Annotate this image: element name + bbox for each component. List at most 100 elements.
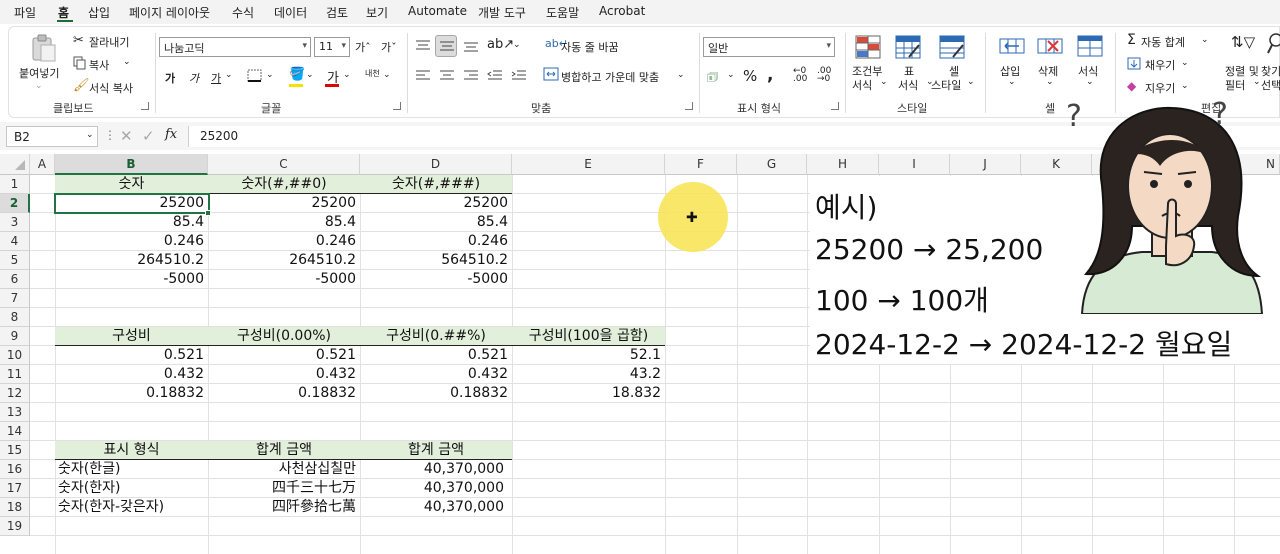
sort-filter-icon[interactable]: ⇅▽ [1231, 33, 1255, 51]
wrap-text-button[interactable]: 자동 줄 바꿈 [561, 39, 619, 55]
underline-button[interactable]: 가 [211, 70, 221, 86]
phonetic-button[interactable]: 내천 [365, 68, 380, 79]
merge-center-icon[interactable] [543, 67, 559, 81]
table3-cell[interactable]: 숫자(한글) [55, 460, 208, 479]
fill-icon[interactable] [1127, 57, 1141, 70]
row-header-12[interactable]: 12 [0, 384, 30, 403]
row-header-7[interactable]: 7 [0, 289, 30, 308]
row-header-14[interactable]: 14 [0, 422, 30, 441]
row-header-15[interactable]: 15 [0, 441, 30, 460]
table1-cell[interactable]: -5000 [55, 270, 208, 289]
format-painter-button[interactable]: 서식 복사 [89, 80, 133, 96]
phonetic-dropdown-icon[interactable]: ⌄ [383, 70, 391, 80]
more-options-icon[interactable]: ⋮ [104, 128, 116, 142]
insert-function-button[interactable]: fx [165, 127, 177, 142]
copy-button[interactable]: 복사 [89, 57, 109, 73]
cell-styles-dropdown-icon[interactable]: ⌄ [967, 77, 975, 87]
autosum-button[interactable]: 자동 합계 [1141, 34, 1185, 50]
paste-dropdown-icon[interactable]: ⌄ [35, 81, 43, 91]
clear-dropdown-icon[interactable]: ⌄ [1181, 81, 1189, 91]
cut-icon[interactable]: ✂ [73, 33, 84, 48]
table1-cell[interactable]: 264510.2 [55, 251, 208, 270]
menu-formulas[interactable]: 수식 [232, 4, 254, 21]
row-header-9[interactable]: 9 [0, 327, 30, 346]
table1-cell[interactable]: 264510.2 [208, 251, 360, 270]
sort-dropdown-icon[interactable]: ⌄ [1253, 77, 1261, 87]
row-header-4[interactable]: 4 [0, 232, 30, 251]
increase-indent-icon[interactable] [511, 69, 527, 83]
table2-cell[interactable]: 52.1 [512, 346, 665, 365]
menu-help[interactable]: 도움말 [546, 4, 579, 21]
table3-header-cell[interactable]: 합계 금액 [208, 441, 360, 460]
menu-view[interactable]: 보기 [366, 4, 388, 21]
table2-cell[interactable]: 0.521 [55, 346, 208, 365]
menu-file[interactable]: 파일 [14, 4, 36, 21]
table1-cell[interactable]: 0.246 [208, 232, 360, 251]
table1-cell[interactable]: 25200 [360, 194, 512, 213]
autosum-dropdown-icon[interactable]: ⌄ [1201, 35, 1209, 45]
row-header-18[interactable]: 18 [0, 498, 30, 517]
table2-cell[interactable]: 0.18832 [360, 384, 512, 403]
row-header-6[interactable]: 6 [0, 270, 30, 289]
font-launcher-icon[interactable] [393, 102, 401, 110]
table2-cell[interactable]: 0.18832 [55, 384, 208, 403]
increase-decimal-icon[interactable]: ←0.00 [793, 67, 807, 84]
align-center-icon[interactable] [439, 69, 455, 83]
font-name-select[interactable]: 나눔고딕 ▾ [159, 37, 311, 57]
row-header-11[interactable]: 11 [0, 365, 30, 384]
table2-header-cell[interactable]: 구성비(100을 곱함) [512, 327, 665, 346]
name-box-dropdown-icon[interactable]: ⌄ [86, 130, 94, 140]
menu-review[interactable]: 검토 [326, 4, 348, 21]
table1-header-cell[interactable]: 숫자(#,##0) [208, 175, 360, 194]
row-header-3[interactable]: 3 [0, 213, 30, 232]
column-header-b[interactable]: B [55, 154, 208, 175]
cancel-icon[interactable]: ✕ [120, 127, 133, 145]
delete-dropdown-icon[interactable]: ⌄ [1046, 77, 1054, 87]
enter-icon[interactable]: ✓ [142, 127, 155, 145]
table3-cell[interactable]: 四千三十七万 [208, 479, 360, 498]
column-header-c[interactable]: C [208, 154, 360, 175]
row-header-5[interactable]: 5 [0, 251, 30, 270]
column-header-j[interactable]: J [950, 154, 1021, 175]
copy-icon[interactable] [73, 56, 87, 70]
fill-dropdown-icon[interactable]: ⌄ [1181, 58, 1189, 68]
insert-cells-icon[interactable] [999, 35, 1025, 57]
menu-page-layout[interactable]: 페이지 레이아웃 [129, 4, 210, 21]
column-header-f[interactable]: F [665, 154, 737, 175]
clear-icon[interactable]: ◆ [1127, 79, 1136, 93]
table2-cell[interactable]: 43.2 [512, 365, 665, 384]
table3-cell[interactable]: 40,370,000 [360, 460, 512, 479]
fill-handle[interactable] [205, 210, 211, 216]
number-launcher-icon[interactable] [831, 102, 839, 110]
column-header-g[interactable]: G [737, 154, 807, 175]
delete-cells-icon[interactable] [1037, 35, 1063, 57]
decrease-decimal-icon[interactable]: .00 →0 [817, 67, 831, 84]
table2-cell[interactable]: 0.18832 [208, 384, 360, 403]
column-header-h[interactable]: H [807, 154, 879, 175]
table3-header-cell[interactable]: 표시 형식 [55, 441, 208, 460]
italic-button[interactable]: 가 [189, 70, 199, 86]
table1-cell[interactable]: -5000 [208, 270, 360, 289]
menu-automate[interactable]: Automate [408, 4, 467, 18]
table3-cell[interactable]: 40,370,000 [360, 498, 512, 517]
border-icon[interactable] [247, 69, 263, 83]
format-cells-dropdown-icon[interactable]: ⌄ [1086, 77, 1094, 87]
table2-header-cell[interactable]: 구성비(0.00%) [208, 327, 360, 346]
table3-cell[interactable]: 숫자(한자-갖은자) [55, 498, 208, 517]
row-header-16[interactable]: 16 [0, 460, 30, 479]
row-header-8[interactable]: 8 [0, 308, 30, 327]
bold-button[interactable]: 가 [165, 70, 175, 86]
menu-acrobat[interactable]: Acrobat [599, 4, 645, 18]
paste-icon[interactable] [29, 33, 59, 63]
table2-header-cell[interactable]: 구성비 [55, 327, 208, 346]
menu-home[interactable]: 홈 [58, 4, 69, 21]
menu-data[interactable]: 데이터 [274, 4, 307, 21]
autosum-icon[interactable]: Σ [1127, 32, 1136, 48]
table2-header-cell[interactable]: 구성비(0.##%) [360, 327, 512, 346]
menu-insert[interactable]: 삽입 [88, 4, 110, 21]
orientation-dropdown-icon[interactable]: ⌄ [513, 40, 521, 50]
fill-button[interactable]: 채우기 [1145, 57, 1175, 73]
percent-style-button[interactable]: % [743, 67, 757, 85]
name-box[interactable]: B2 [6, 126, 98, 147]
menu-developer[interactable]: 개발 도구 [478, 4, 526, 21]
